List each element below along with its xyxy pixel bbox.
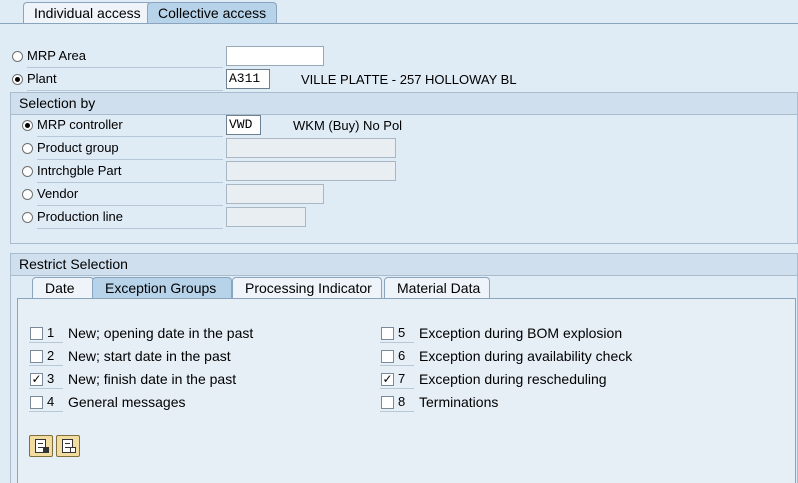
product-group-input[interactable] [226, 138, 396, 158]
divider [380, 411, 414, 412]
mrp-controller-label: MRP controller [37, 117, 123, 132]
tab-processing-indicator[interactable]: Processing Indicator [232, 277, 382, 298]
tab-label: Date [45, 280, 75, 296]
plant-label: Plant [27, 71, 57, 86]
exception-number: 2 [47, 348, 55, 363]
exception-label: Exception during availability check [419, 348, 633, 364]
vendor-label: Vendor [37, 186, 79, 201]
exception-number: 6 [398, 348, 406, 363]
checkmark-icon: ✓ [382, 372, 393, 386]
exception-5-checkbox[interactable] [381, 327, 394, 340]
divider [29, 342, 63, 343]
product-group-radio[interactable] [22, 143, 33, 154]
exception-4-checkbox[interactable] [30, 396, 43, 409]
mrp-area-radio[interactable] [12, 51, 23, 62]
plant-radio[interactable] [12, 74, 23, 85]
product-group-label: Product group [37, 140, 119, 155]
selection-by-title: Selection by [11, 93, 797, 115]
interchangeable-part-radio[interactable] [22, 166, 33, 177]
divider [37, 136, 223, 137]
divider [37, 228, 223, 229]
vendor-input[interactable] [226, 184, 324, 204]
mrp-controller-radio[interactable] [22, 120, 33, 131]
exception-label: General messages [68, 394, 186, 410]
divider [27, 67, 223, 68]
interchangeable-part-label: Intrchgble Part [37, 163, 122, 178]
vendor-radio[interactable] [22, 189, 33, 200]
exception-number: 7 [398, 371, 406, 386]
tab-material-data[interactable]: Material Data [384, 277, 490, 298]
mrp-area-input[interactable] [226, 46, 324, 66]
divider [27, 90, 223, 91]
divider [380, 342, 414, 343]
divider [29, 365, 63, 366]
divider [37, 159, 223, 160]
tab-date[interactable]: Date [32, 277, 94, 298]
exception-7-checkbox[interactable]: ✓ [381, 373, 394, 386]
deselect-all-button[interactable] [56, 435, 80, 457]
tab-label: Individual access [34, 5, 141, 21]
tab-label: Exception Groups [105, 280, 217, 296]
production-line-label: Production line [37, 209, 123, 224]
mrp-area-label: MRP Area [27, 48, 87, 63]
exception-8-checkbox[interactable] [381, 396, 394, 409]
mrp-controller-input[interactable]: VWD [226, 115, 261, 135]
exception-1-checkbox[interactable] [30, 327, 43, 340]
exception-label: Terminations [419, 394, 499, 410]
plant-description: VILLE PLATTE - 257 HOLLOWAY BL [301, 72, 517, 87]
exception-number: 4 [47, 394, 55, 409]
divider [37, 205, 223, 206]
exception-3-checkbox[interactable]: ✓ [30, 373, 43, 386]
tab-label: Processing Indicator [245, 280, 372, 296]
tab-collective-access[interactable]: Collective access [147, 2, 278, 24]
tab-label: Collective access [158, 5, 267, 21]
exception-label: New; opening date in the past [68, 325, 254, 341]
mrp-controller-description: WKM (Buy) No Pol [293, 118, 403, 133]
tab-exception-groups[interactable]: Exception Groups [92, 277, 232, 298]
divider [29, 411, 63, 412]
tab-individual-access[interactable]: Individual access [23, 2, 152, 24]
restrict-selection-title: Restrict Selection [11, 254, 797, 276]
checkmark-icon: ✓ [31, 372, 42, 386]
exception-2-checkbox[interactable] [30, 350, 43, 363]
tab-label: Material Data [397, 280, 481, 296]
exception-6-checkbox[interactable] [381, 350, 394, 363]
exception-number: 1 [47, 325, 55, 340]
exception-number: 5 [398, 325, 406, 340]
exception-label: Exception during BOM explosion [419, 325, 623, 341]
exception-label: New; finish date in the past [68, 371, 237, 387]
plant-input[interactable]: A311 [226, 69, 270, 89]
divider [380, 388, 414, 389]
divider [37, 182, 223, 183]
selection-by-group: Selection by [10, 92, 798, 244]
exception-number: 3 [47, 371, 55, 386]
production-line-radio[interactable] [22, 212, 33, 223]
divider [380, 365, 414, 366]
exception-label: New; start date in the past [68, 348, 231, 364]
interchangeable-part-input[interactable] [226, 161, 396, 181]
exception-label: Exception during rescheduling [419, 371, 607, 387]
select-all-button[interactable] [29, 435, 53, 457]
divider [29, 388, 63, 389]
exception-number: 8 [398, 394, 406, 409]
production-line-input[interactable] [226, 207, 306, 227]
tab-divider [0, 23, 798, 24]
